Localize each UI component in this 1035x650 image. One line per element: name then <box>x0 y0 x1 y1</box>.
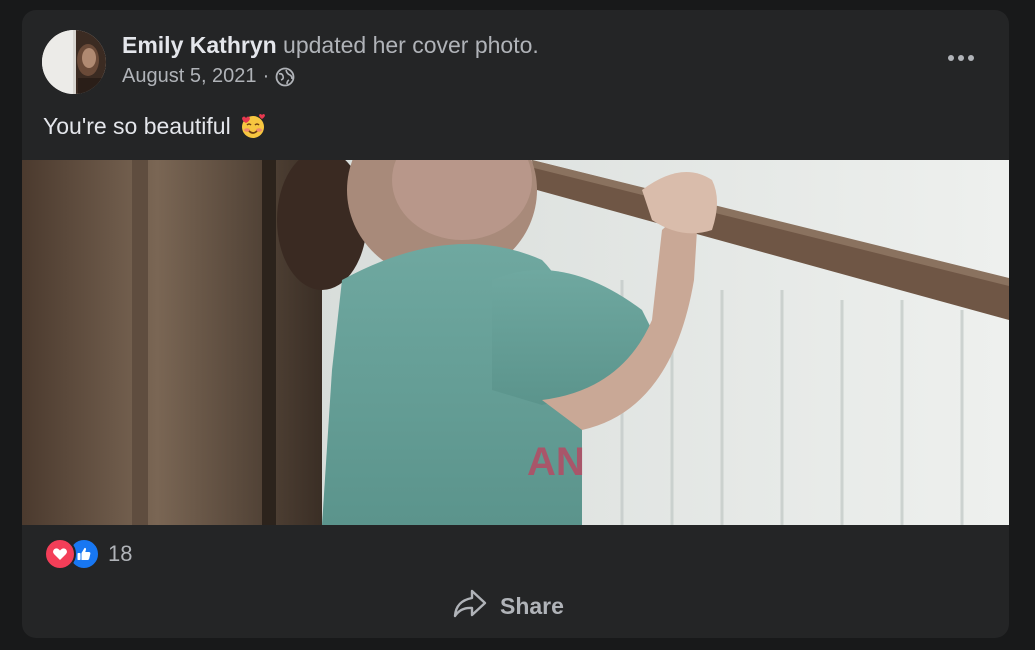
post-card: Emily Kathryn updated her cover photo. A… <box>22 10 1009 638</box>
love-icon <box>44 538 76 570</box>
cover-photo[interactable]: AN <box>22 160 1009 525</box>
more-options-icon[interactable] <box>943 46 979 70</box>
author-name[interactable]: Emily Kathryn <box>122 32 277 58</box>
post-action-text: updated her cover photo. <box>276 32 539 58</box>
author-avatar[interactable] <box>42 30 106 94</box>
shirt-print: AN <box>527 440 585 484</box>
post-header-line: Emily Kathryn updated her cover photo. <box>122 32 539 59</box>
reaction-count[interactable]: 18 <box>108 541 132 567</box>
reaction-summary[interactable]: 18 <box>44 538 132 570</box>
globe-icon[interactable] <box>275 67 295 87</box>
smiling-face-with-hearts-icon <box>239 112 267 140</box>
post-meta: August 5, 2021 · <box>122 65 295 88</box>
post-date[interactable]: August 5, 2021 <box>122 65 257 88</box>
share-button[interactable]: Share <box>452 586 564 626</box>
post-text: You're so beautiful <box>43 112 267 140</box>
share-arrow-icon <box>452 588 488 625</box>
meta-separator: · <box>262 65 270 87</box>
share-label: Share <box>500 592 564 619</box>
post-text-content: You're so beautiful <box>43 112 231 139</box>
